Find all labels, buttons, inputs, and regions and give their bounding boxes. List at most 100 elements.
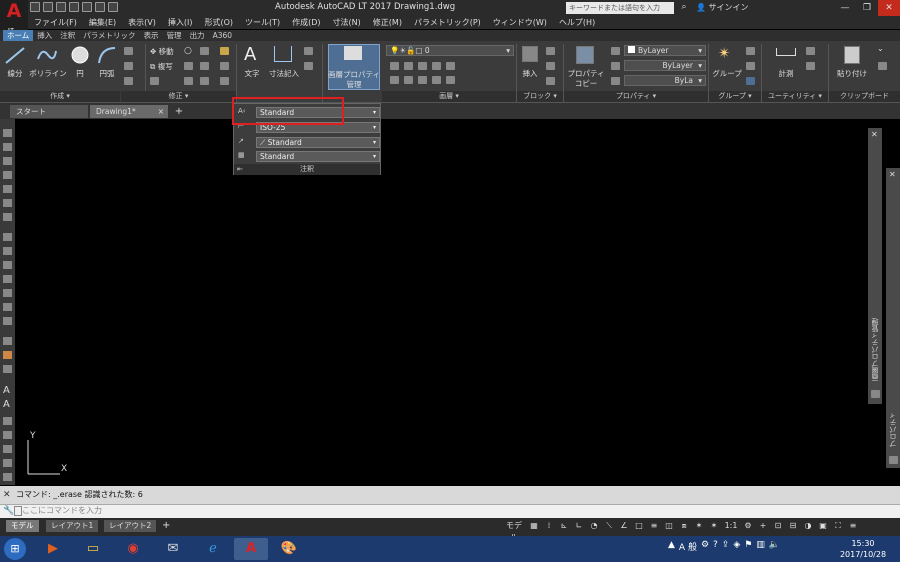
network-icon[interactable]: ▥: [756, 540, 765, 553]
internet-explorer-icon[interactable]: ℯ: [196, 538, 230, 560]
tool-abc-icon[interactable]: [3, 445, 12, 453]
volume-icon[interactable]: 🔈: [769, 540, 780, 553]
color-dropdown[interactable]: ByLayer ▾: [624, 45, 706, 56]
array-icon[interactable]: [200, 77, 209, 85]
layer-match-icon[interactable]: [446, 76, 455, 84]
match-properties-icon[interactable]: [576, 46, 594, 64]
quick-properties-icon[interactable]: ⊟: [787, 520, 799, 532]
lineweight-status-icon[interactable]: ≡: [648, 520, 660, 532]
modify-panel-footer[interactable]: 修正 ▾: [121, 91, 236, 102]
tool-calc-icon[interactable]: [3, 473, 12, 481]
grid-icon[interactable]: ▦: [528, 520, 540, 532]
menu-draw[interactable]: 作成(D): [286, 17, 326, 28]
copy-clipboard-icon[interactable]: [878, 62, 887, 70]
menu-help[interactable]: ヘルプ(H): [553, 17, 601, 28]
isodraft-icon[interactable]: ⟍: [603, 520, 615, 532]
command-customize-icon[interactable]: 🔧: [3, 506, 14, 516]
table-icon[interactable]: [304, 62, 313, 70]
properties-panel-footer[interactable]: プロパティ ▾: [564, 91, 708, 102]
palette-close-icon[interactable]: ✕: [871, 130, 878, 139]
hatch-icon[interactable]: [124, 62, 133, 70]
snap-icon[interactable]: ⁞: [543, 520, 555, 532]
tool-revcloud-icon[interactable]: [3, 247, 12, 255]
command-close-icon[interactable]: ✕: [3, 490, 11, 500]
properties-palette[interactable]: ✕ プロパティ: [886, 168, 900, 468]
layout-tab-layout1[interactable]: レイアウト1: [46, 520, 99, 532]
customization-icon[interactable]: ≡: [847, 520, 859, 532]
close-icon[interactable]: ✕: [878, 0, 900, 16]
file-explorer-icon[interactable]: ▭: [76, 538, 110, 560]
save-as-icon[interactable]: [69, 2, 79, 12]
tool-boundary-icon[interactable]: [3, 365, 12, 373]
group-icon[interactable]: ✴: [718, 44, 731, 62]
menu-edit[interactable]: 編集(E): [83, 17, 122, 28]
multileader-style-dropdown[interactable]: ⟋ Standard ▾: [256, 137, 380, 148]
undo-icon[interactable]: [95, 2, 105, 12]
annotation-scale[interactable]: 1:1: [723, 520, 739, 532]
tool-gradient-icon[interactable]: [3, 317, 12, 325]
tab-home[interactable]: ホーム: [3, 30, 34, 41]
restore-icon[interactable]: ❐: [856, 0, 878, 16]
layer-off-icon[interactable]: [390, 62, 399, 70]
move-button[interactable]: ✥ 移動: [150, 46, 174, 57]
layer-make-current-icon[interactable]: [446, 62, 455, 70]
menu-format[interactable]: 形式(O): [198, 17, 239, 28]
object-snap-tracking-icon[interactable]: ∠: [618, 520, 630, 532]
edit-block-icon[interactable]: [546, 62, 555, 70]
annotation-panel-footer[interactable]: ⇤ 注釈: [234, 164, 380, 175]
group-select-icon[interactable]: [746, 77, 755, 85]
erase-icon[interactable]: [220, 47, 229, 55]
arc-icon[interactable]: [96, 45, 118, 65]
tool-table-icon[interactable]: [3, 351, 12, 359]
tab-parametric[interactable]: パラメトリック: [79, 30, 139, 41]
media-player-icon[interactable]: ▶: [36, 538, 70, 560]
text-icon[interactable]: A: [244, 44, 256, 65]
paint-icon[interactable]: 🎨: [272, 538, 306, 560]
ribbon-minimize-icon[interactable]: ⌄: [877, 44, 884, 53]
ungroup-icon[interactable]: [746, 47, 755, 55]
block-panel-footer[interactable]: ブロック ▾: [517, 91, 563, 102]
copy-button[interactable]: ⧉ 複写: [150, 61, 173, 72]
acrobat-icon[interactable]: ◈: [733, 540, 740, 553]
tab-annotate[interactable]: 注釈: [56, 30, 79, 41]
offset-icon[interactable]: [220, 77, 229, 85]
print-icon[interactable]: [82, 2, 92, 12]
workspace-icon[interactable]: ⚙: [742, 520, 754, 532]
tool-block-icon[interactable]: [3, 275, 12, 283]
command-input[interactable]: ここにコマンドを入力: [22, 505, 892, 517]
tab-manage[interactable]: 管理: [163, 30, 186, 41]
tool-ellipse-icon[interactable]: [3, 261, 12, 269]
clean-screen-icon[interactable]: ⛶: [832, 520, 844, 532]
polyline-icon[interactable]: [36, 45, 58, 65]
tab-drawing1[interactable]: Drawing1* ×: [90, 105, 168, 118]
layer-on-icon[interactable]: [390, 76, 399, 84]
measure-icon[interactable]: [776, 48, 796, 56]
annotation-monitor-icon[interactable]: +: [757, 520, 769, 532]
tool-circle-icon[interactable]: [3, 233, 12, 241]
help-icon[interactable]: ?: [713, 540, 718, 553]
new-tab-button[interactable]: +: [173, 105, 185, 118]
layer-unlock-icon[interactable]: [432, 76, 441, 84]
edit-attribute-icon[interactable]: [546, 77, 555, 85]
groups-panel-footer[interactable]: グループ ▾: [709, 91, 761, 102]
selection-cycling-icon[interactable]: ⧈: [678, 520, 690, 532]
layer-freeze-icon[interactable]: [418, 62, 427, 70]
linetype-dropdown[interactable]: ByLayer ▾: [624, 60, 706, 71]
tool-construction-line-icon[interactable]: [3, 143, 12, 151]
point-icon[interactable]: [806, 47, 815, 55]
tool-hatch-icon[interactable]: [3, 303, 12, 311]
menu-tools[interactable]: ツール(T): [239, 17, 286, 28]
lineweight-dropdown[interactable]: ByLa ▾: [624, 75, 706, 86]
line-icon[interactable]: [4, 45, 26, 65]
chrome-icon[interactable]: ◉: [116, 538, 150, 560]
add-layout-icon[interactable]: +: [162, 520, 170, 531]
insert-block-icon[interactable]: [522, 46, 538, 62]
ime-indicator[interactable]: A 般: [679, 540, 697, 553]
tool-region-icon[interactable]: [3, 337, 12, 345]
transparency-icon[interactable]: ◫: [663, 520, 675, 532]
layer-dropdown[interactable]: 💡☀🔓□ 0 ▾: [386, 45, 514, 56]
flag-icon[interactable]: ⚑: [744, 540, 752, 553]
clipboard-panel-footer[interactable]: クリップボード: [829, 91, 900, 102]
menu-window[interactable]: ウィンドウ(W): [487, 17, 553, 28]
layers-panel-footer[interactable]: 画層 ▾: [382, 91, 516, 102]
